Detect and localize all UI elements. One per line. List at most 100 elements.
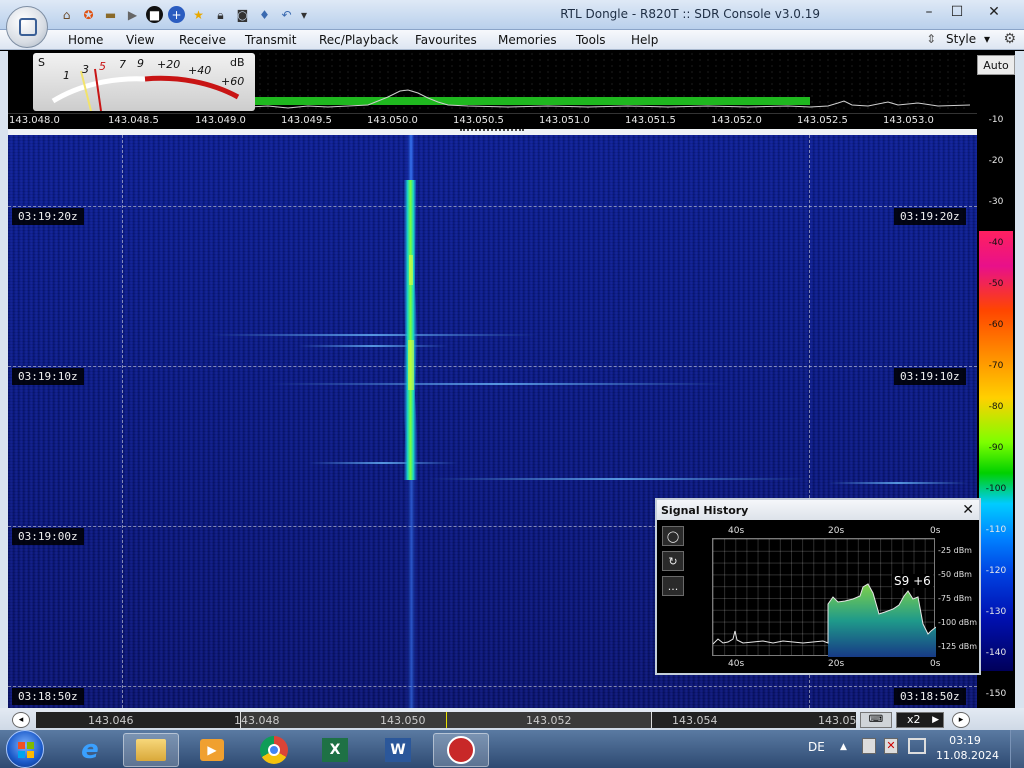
menu-help[interactable]: Help: [631, 33, 658, 47]
level-tick: -40: [988, 238, 1004, 248]
signal-spur: [298, 345, 448, 347]
lock-icon[interactable]: 🔒︎: [212, 6, 229, 23]
time-label-right: 03:19:20z: [894, 208, 966, 225]
signal-history-plot: [712, 538, 937, 657]
history-x-label: 0s: [930, 659, 941, 669]
scroll-freq-label: 143.054: [672, 714, 718, 727]
signal-history-window[interactable]: Signal History ✕ ◯ ↻ ... 40s 20s 0s S9 +…: [655, 498, 981, 675]
application-menu-button[interactable]: [6, 6, 48, 48]
level-tick: -100: [985, 484, 1007, 494]
stop-icon[interactable]: ■: [146, 6, 163, 23]
tuned-marker: [446, 712, 447, 728]
history-y-label: -50 dBm: [938, 570, 972, 579]
app-icon: [19, 18, 37, 36]
tray-network-icon[interactable]: ✕: [884, 738, 898, 754]
folder-icon[interactable]: ▬: [102, 6, 119, 23]
freq-label: 143.049.0: [195, 115, 246, 126]
add-icon[interactable]: +: [168, 6, 185, 23]
grid-line: [8, 206, 977, 207]
signal-spur: [308, 462, 458, 464]
style-chevron-icon: ⇕: [926, 32, 937, 46]
settings-gear-icon[interactable]: ⚙: [1003, 31, 1016, 47]
scroll-freq-label: 143.05: [818, 714, 857, 727]
freq-label: 143.051.5: [625, 115, 676, 126]
undo-icon[interactable]: ↶: [278, 6, 295, 23]
language-indicator[interactable]: DE: [808, 740, 825, 754]
reset-icon[interactable]: ↻: [662, 551, 684, 571]
home-icon[interactable]: ⌂: [58, 6, 75, 23]
scroll-freq-label: 143.052: [526, 714, 572, 727]
freq-label: 143.050.5: [453, 115, 504, 126]
menu-favourites[interactable]: Favourites: [415, 33, 477, 47]
carrier-trace: [403, 135, 418, 708]
close-button[interactable]: ✕: [979, 2, 1009, 22]
system-clock[interactable]: 03:19 11.08.2024: [936, 733, 999, 763]
menu-rec-playback[interactable]: Rec/Playback: [319, 33, 398, 47]
history-y-label: -75 dBm: [938, 594, 972, 603]
zoom-label: x2: [907, 713, 921, 726]
dropdown-icon[interactable]: ▾: [300, 6, 308, 23]
show-hidden-icons[interactable]: ▲: [840, 742, 847, 752]
menu-receive[interactable]: Receive: [179, 33, 226, 47]
scroll-left-icon[interactable]: ◂: [12, 712, 30, 728]
level-tick: -60: [988, 320, 1004, 330]
menu-memories[interactable]: Memories: [498, 33, 557, 47]
media-player-icon[interactable]: ▶: [184, 733, 240, 767]
more-label: ...: [667, 579, 679, 593]
bottom-toolbar: ◂ 143.046 143.048 143.050 143.052 143.05…: [0, 708, 1024, 730]
lifebuoy-icon[interactable]: ✪: [80, 6, 97, 23]
time-label-right: 03:19:10z: [894, 368, 966, 385]
time-label-left: 03:19:00z: [12, 528, 84, 545]
favourite-star-icon[interactable]: ★: [190, 6, 207, 23]
menu-tools[interactable]: Tools: [576, 33, 606, 47]
time-label-right: 03:18:50z: [894, 688, 966, 705]
signal-history-header[interactable]: Signal History ✕: [657, 500, 979, 520]
freq-label: 143.049.5: [281, 115, 332, 126]
zoom-x2-button[interactable]: x2 ▶: [896, 712, 944, 728]
sdr-console-icon[interactable]: [433, 733, 489, 767]
level-tick: -10: [988, 115, 1004, 125]
maximize-button[interactable]: ☐: [943, 2, 971, 22]
spectrum-panel: S dB 1 3 5 7 9 +20 +40 +60: [8, 51, 977, 113]
keyboard-icon[interactable]: ⌨: [860, 712, 892, 728]
scroll-right-icon[interactable]: ▸: [952, 712, 970, 728]
more-icon[interactable]: ...: [662, 576, 684, 596]
grid-line: [8, 366, 977, 367]
play-icon[interactable]: ▶: [124, 6, 141, 23]
level-scale: Auto -10 -20 -30 -40 -50 -60 -70 -80 -90…: [977, 51, 1015, 708]
minimize-button[interactable]: –: [915, 2, 943, 22]
passband-bar: [248, 97, 810, 105]
tray-device-icon[interactable]: [862, 738, 876, 754]
record-icon[interactable]: ◯: [662, 526, 684, 546]
level-tick: -130: [985, 607, 1007, 617]
s-scale-plus60: +60: [221, 75, 245, 88]
windows-logo-icon: [18, 742, 34, 758]
menu-view[interactable]: View: [126, 33, 154, 47]
file-explorer-icon[interactable]: [123, 733, 179, 767]
signal-history-title: Signal History: [661, 504, 749, 517]
close-icon[interactable]: ✕: [962, 502, 974, 518]
spectrum-display[interactable]: [247, 51, 971, 113]
camera-icon[interactable]: ◙: [234, 6, 251, 23]
chrome-icon[interactable]: [246, 733, 302, 767]
spectrum-trace: [247, 89, 971, 109]
internet-explorer-icon[interactable]: e: [62, 733, 118, 767]
show-desktop-button[interactable]: [1010, 730, 1024, 768]
tray-monitor-icon[interactable]: [908, 738, 926, 754]
auto-level-button[interactable]: Auto: [977, 55, 1015, 75]
start-button[interactable]: [6, 730, 44, 768]
style-menu[interactable]: ⇕ Style ▾: [926, 32, 990, 46]
freq-label: 143.052.5: [797, 115, 848, 126]
excel-icon[interactable]: X: [307, 733, 363, 767]
drop-icon[interactable]: ♦: [256, 6, 273, 23]
s-scale-plus20: +20: [157, 58, 181, 71]
menu-transmit[interactable]: Transmit: [245, 33, 296, 47]
scroll-freq-label: 143.046: [88, 714, 134, 727]
history-x-label: 20s: [828, 659, 845, 669]
menu-home[interactable]: Home: [68, 33, 103, 47]
history-y-label: -125 dBm: [938, 642, 978, 651]
quick-access-toolbar: ⌂ ✪ ▬ ▶ ■ + ★ 🔒︎ ◙ ♦ ↶ ▾: [58, 6, 308, 24]
frequency-scrollbar[interactable]: 143.046 143.048 143.050 143.052 143.054 …: [36, 712, 857, 728]
word-icon[interactable]: W: [370, 733, 426, 767]
freq-label: 143.052.0: [711, 115, 762, 126]
